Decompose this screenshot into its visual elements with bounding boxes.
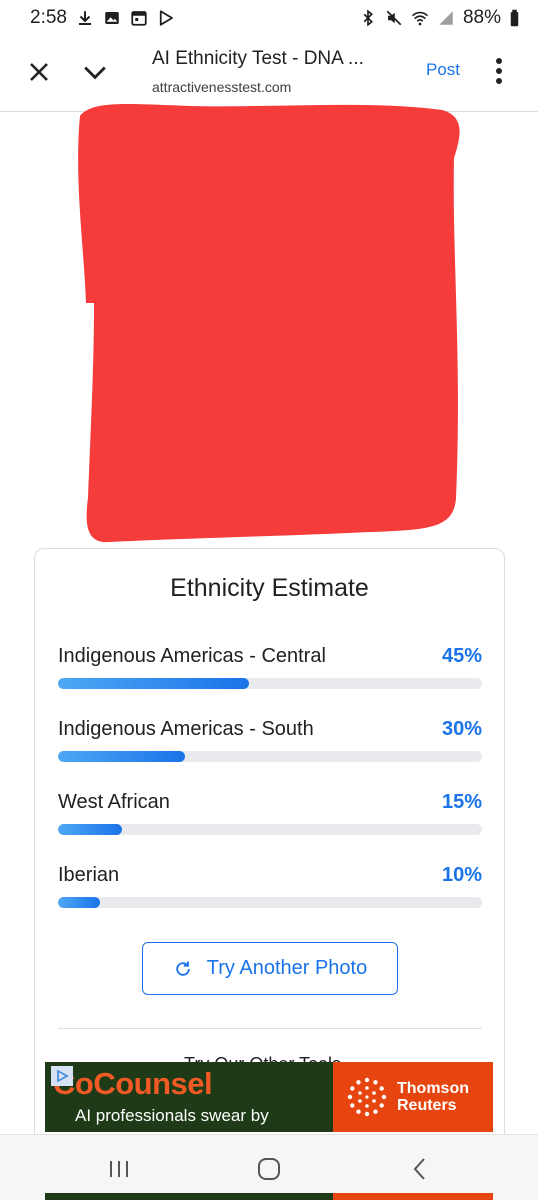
ad-overflow-right [333,1193,493,1200]
page-title: AI Ethnicity Test - DNA ... [152,48,364,69]
play-store-icon [157,9,175,27]
refresh-icon [176,961,190,976]
close-icon [30,63,48,81]
recents-icon [110,1161,128,1177]
close-button[interactable] [24,57,54,87]
bluetooth-icon [359,9,377,27]
estimate-bar-track [58,751,482,762]
recents-button[interactable] [105,1155,133,1183]
page-info[interactable]: AI Ethnicity Test - DNA ... attractivene… [152,48,402,95]
home-icon [258,1158,280,1180]
estimate-bar-fill [58,751,186,762]
estimate-label: Iberian [58,864,120,886]
system-navigation-bar [0,1134,538,1200]
more-options-button[interactable] [484,56,514,86]
uploaded-photo-redacted [70,98,462,546]
estimate-label: Indigenous Americas - Central [58,645,326,667]
ad-sponsor-name: Thomson Reuters [397,1080,469,1114]
ad-brand: CoCounsel [53,1066,213,1101]
estimate-bar-track [58,824,482,835]
try-another-photo-button[interactable]: Try Another Photo [142,942,398,995]
estimate-bar-track [58,897,482,908]
estimate-bar-track [58,678,482,689]
estimate-bar-fill [58,824,122,835]
ad-choices-icon[interactable] [51,1066,73,1086]
other-tools-heading-partial: Try Our Other Tools [184,1054,341,1062]
estimate-percent: 10% [441,864,482,886]
back-button[interactable] [406,1155,434,1183]
ad-sponsor-panel: Thomson Reuters [333,1062,493,1132]
estimate-label: Indigenous Americas - South [58,718,314,740]
mute-icon [385,9,403,27]
battery-percent: 88% [462,7,501,28]
ad-banner-overflow [45,1193,493,1200]
download-icon [76,9,94,27]
ad-overflow-left [45,1193,333,1200]
ad-sponsor-line2: Reuters [397,1097,457,1114]
card-title: Ethnicity Estimate [170,574,369,602]
ad-sponsor-line1: Thomson [397,1080,469,1097]
wifi-icon [411,9,429,27]
ad-banner[interactable]: CoCounsel AI professionals swear by Thom… [45,1062,493,1132]
estimate-bar-fill [58,897,101,908]
home-button[interactable] [255,1155,283,1183]
estimate-bar-fill [58,678,249,689]
status-time: 2:58 [30,7,67,28]
try-another-photo-label: Try Another Photo [206,957,368,979]
post-button[interactable]: Post [426,60,460,80]
minimize-button[interactable] [80,57,110,87]
ad-left-panel: CoCounsel AI professionals swear by [45,1062,333,1132]
section-divider [58,1028,482,1029]
ad-tagline: AI professionals swear by [75,1106,269,1125]
battery-icon [509,9,520,27]
image-icon [103,9,121,27]
estimate-percent: 15% [441,791,482,813]
thomson-reuters-logo-icon [347,1077,387,1117]
estimate-percent: 45% [441,645,482,667]
chevron-down-icon [84,66,106,80]
page-url: attractivenesstest.com [152,79,292,95]
back-icon [413,1158,425,1180]
signal-icon [437,9,455,27]
more-vert-icon [496,58,502,84]
status-bar: 2:58 88% [0,0,538,36]
calendar-icon [130,9,148,27]
estimate-label: West African [58,791,170,813]
estimate-percent: 30% [441,718,482,740]
